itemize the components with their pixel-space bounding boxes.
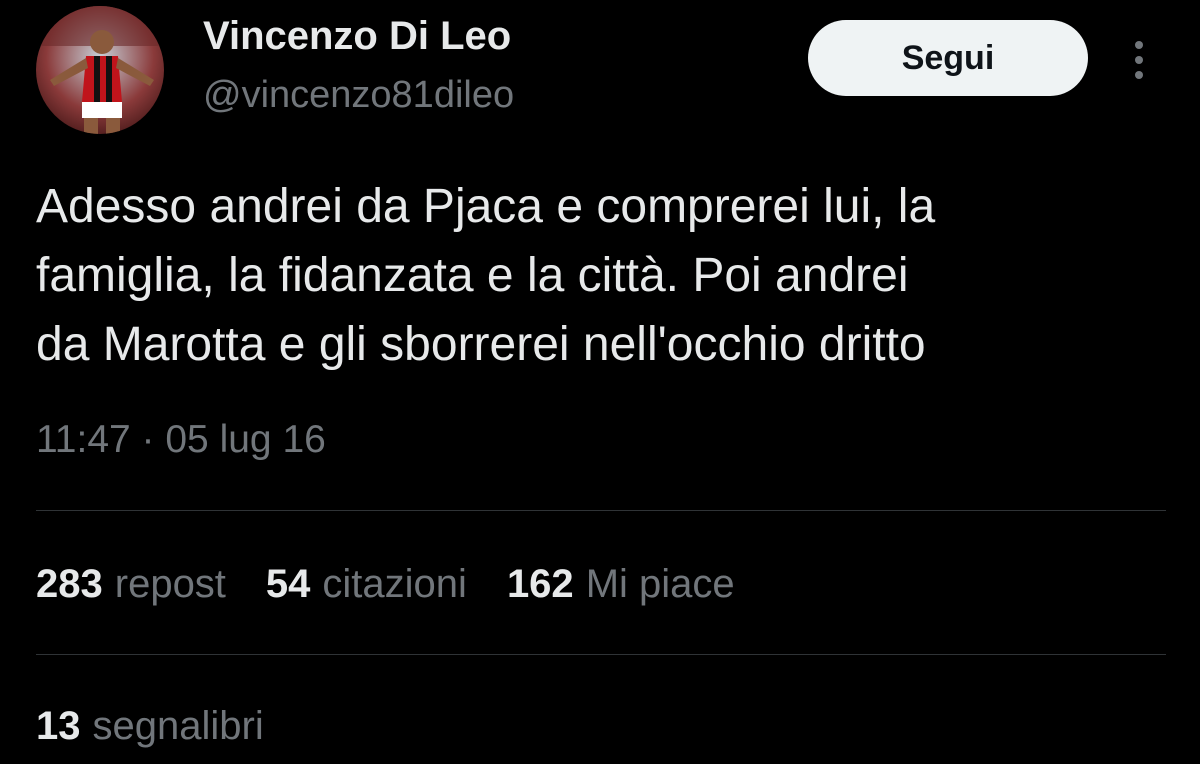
- repost-number: 283: [36, 562, 103, 606]
- engagement-stats: 283 repost 54 citazioni 162 Mi piace: [36, 562, 775, 607]
- bookmark-number: 13: [36, 704, 81, 748]
- tweet-text-line: famiglia, la fidanzata e la città. Poi a…: [36, 249, 909, 302]
- tweet-text: Adesso andrei da Pjaca e comprerei lui, …: [36, 172, 1176, 379]
- author-handle[interactable]: @vincenzo81dileo: [203, 74, 514, 117]
- quote-number: 54: [265, 562, 311, 606]
- avatar[interactable]: [36, 6, 164, 134]
- divider: [36, 654, 1166, 655]
- quote-count[interactable]: 54 citazioni: [266, 562, 467, 607]
- follow-button[interactable]: Segui: [808, 20, 1088, 96]
- author-display-name[interactable]: Vincenzo Di Leo: [203, 14, 511, 59]
- repost-count[interactable]: 283 repost: [36, 562, 226, 607]
- tweet-text-line: da Marotta e gli sborrerei nell'occhio d…: [36, 318, 926, 371]
- bookmark-count[interactable]: 13 segnalibri: [36, 704, 264, 749]
- like-number: 162: [506, 562, 574, 606]
- like-count[interactable]: 162 Mi piace: [507, 562, 735, 607]
- repost-label: repost: [114, 562, 226, 606]
- tweet-timestamp[interactable]: 11:47 · 05 lug 16: [36, 418, 326, 462]
- more-vertical-icon[interactable]: [1124, 38, 1154, 82]
- quote-label: citazioni: [322, 562, 467, 606]
- bookmark-label: segnalibri: [92, 704, 264, 748]
- avatar-image: [36, 6, 164, 134]
- like-label: Mi piace: [585, 562, 735, 606]
- tweet-text-line: Adesso andrei da Pjaca e comprerei lui, …: [36, 180, 936, 233]
- divider: [36, 510, 1166, 511]
